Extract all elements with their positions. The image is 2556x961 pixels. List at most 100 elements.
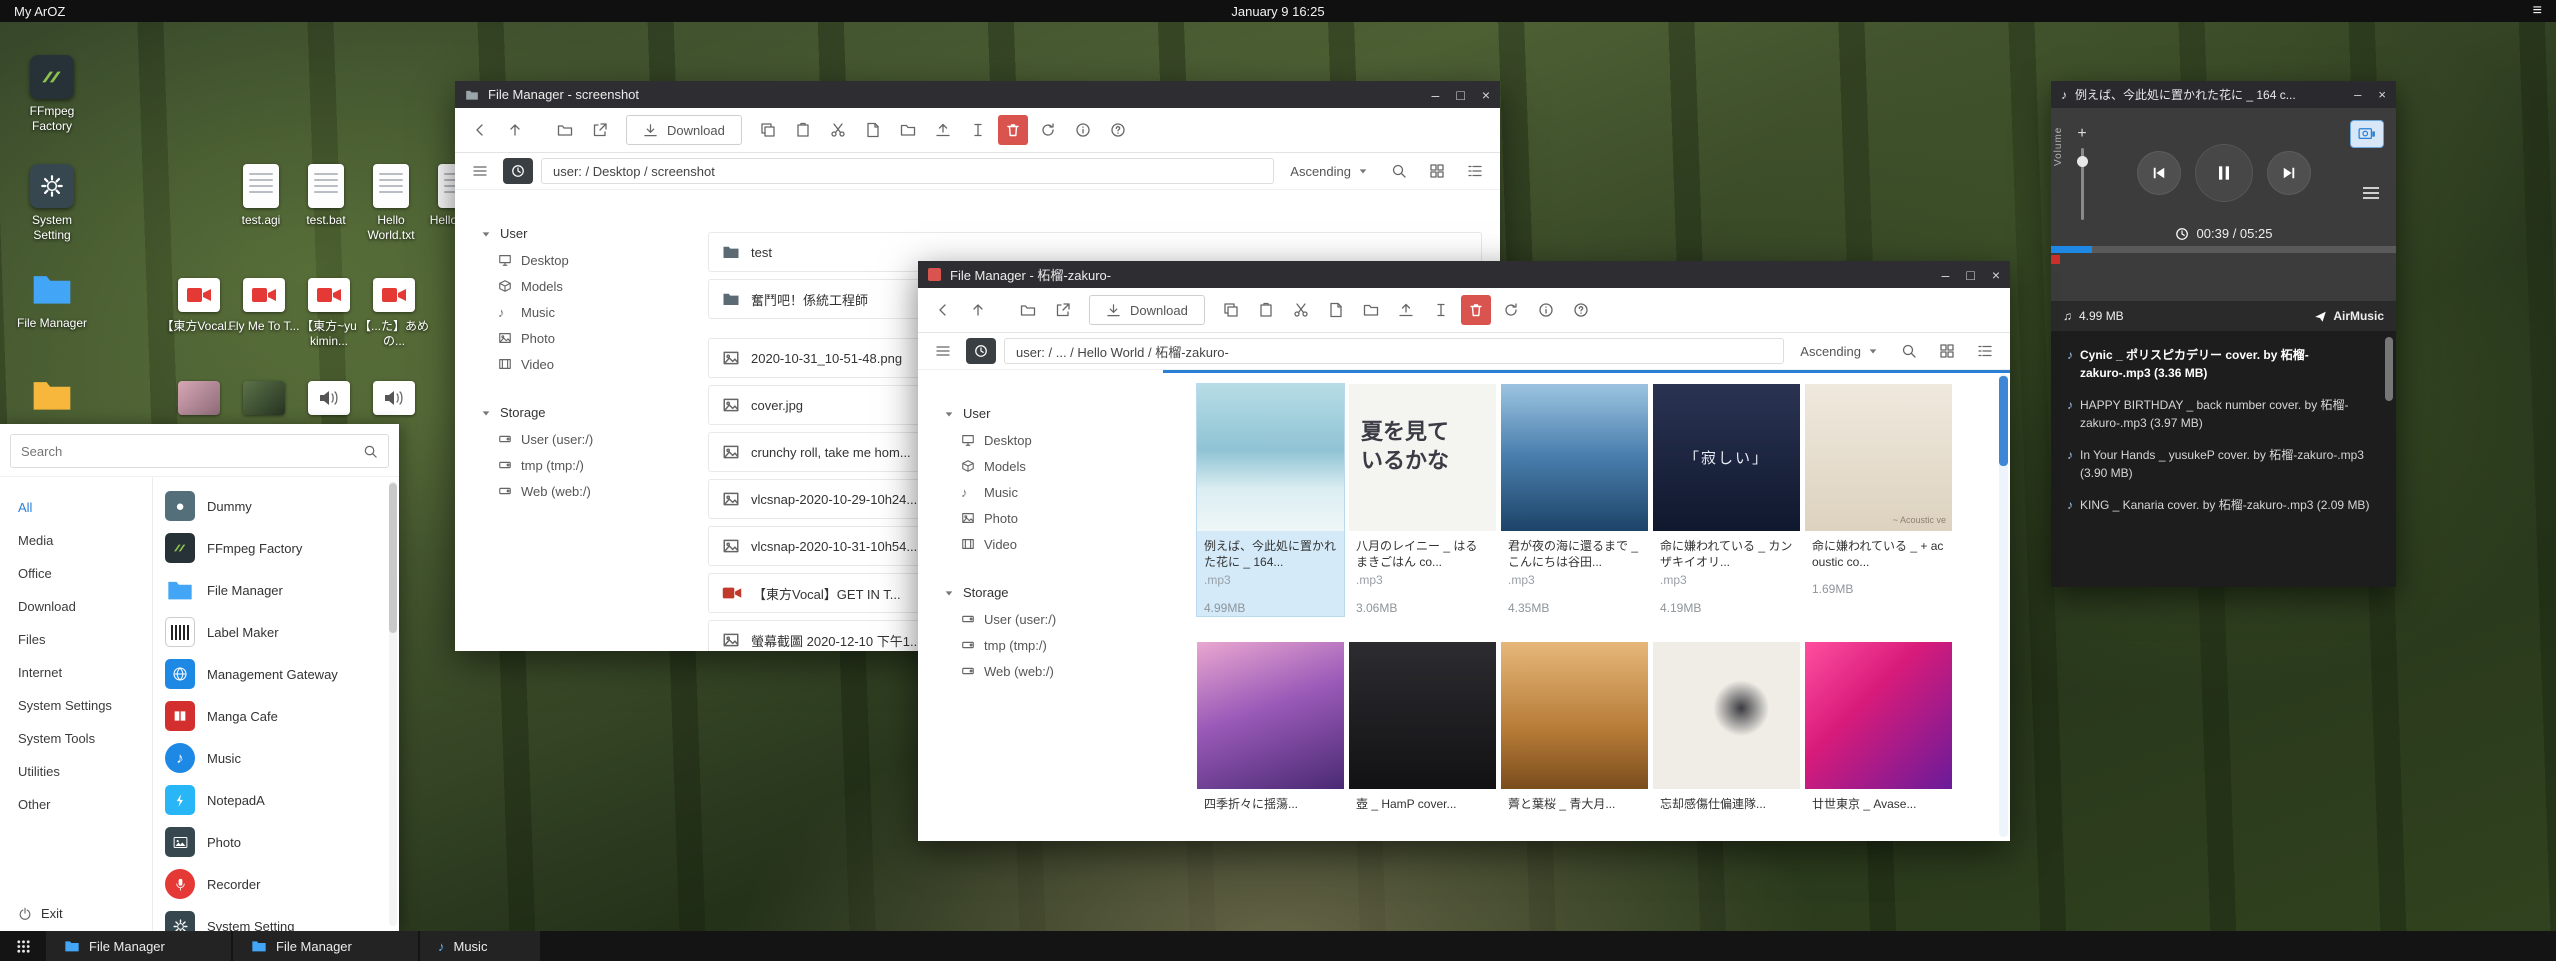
- sidebar-item-video[interactable]: Video: [481, 351, 700, 377]
- trash-button[interactable]: [1461, 295, 1491, 325]
- service-label[interactable]: AirMusic: [2333, 309, 2384, 323]
- open-folder-button[interactable]: [550, 115, 580, 145]
- open-external-button[interactable]: [585, 115, 615, 145]
- file-tile[interactable]: 壺 _ HamP cover...: [1349, 642, 1496, 813]
- app-item-photo[interactable]: Photo: [165, 821, 381, 863]
- search-input[interactable]: [21, 444, 363, 459]
- copy-button[interactable]: [753, 115, 783, 145]
- app-item-manga-cafe[interactable]: Manga Cafe: [165, 695, 381, 737]
- paste-button[interactable]: [1251, 295, 1281, 325]
- up-button[interactable]: [500, 115, 530, 145]
- refresh-button[interactable]: [1496, 295, 1526, 325]
- sidebar-section-user[interactable]: User: [481, 220, 700, 247]
- category-internet[interactable]: Internet: [18, 656, 152, 689]
- search-box[interactable]: [10, 434, 389, 468]
- back-button[interactable]: [928, 295, 958, 325]
- volume-handle[interactable]: [2077, 156, 2088, 167]
- sidebar-item-tmp-drive[interactable]: tmp (tmp:/): [481, 452, 700, 478]
- rename-button[interactable]: [1426, 295, 1456, 325]
- file-tile[interactable]: 「寂しい」 命に嫌われている _ カンザキイオリ... .mp3 4.19MB: [1653, 384, 1800, 616]
- file-tile[interactable]: 四季折々に揺蕩...: [1197, 642, 1344, 813]
- previous-track-button[interactable]: [2137, 151, 2181, 195]
- sidebar-toggle-button[interactable]: [928, 336, 958, 366]
- cut-button[interactable]: [823, 115, 853, 145]
- scrollbar-thumb[interactable]: [1999, 376, 2008, 466]
- sidebar-item-music[interactable]: ♪ Music: [481, 299, 700, 325]
- desktop-icon-ffmpeg-factory[interactable]: FFmpeg Factory: [14, 54, 90, 134]
- file-tile[interactable]: 薺と葉桜 _ 青大月...: [1501, 642, 1648, 813]
- taskbar-item-file-manager-1[interactable]: File Manager: [46, 931, 231, 961]
- sidebar-item-music[interactable]: ♪ Music: [944, 479, 1163, 505]
- grid-view-button[interactable]: [1932, 336, 1962, 366]
- desktop-icon-system-setting[interactable]: System Setting: [14, 163, 90, 243]
- playlist-item[interactable]: ♪ KING _ Kanaria cover. by 柘榴-zakuro-.mp…: [2061, 489, 2380, 521]
- path-input[interactable]: user: / Desktop / screenshot: [541, 158, 1274, 184]
- upload-button[interactable]: [1391, 295, 1421, 325]
- sidebar-item-video[interactable]: Video: [944, 531, 1163, 557]
- file-tile-selected[interactable]: 例えば、今此処に置かれた花に _ 164... .mp3 4.99MB: [1197, 384, 1344, 616]
- new-file-button[interactable]: [1321, 295, 1351, 325]
- category-download[interactable]: Download: [18, 590, 152, 623]
- sidebar-item-models[interactable]: Models: [944, 453, 1163, 479]
- recent-files-button[interactable]: [966, 338, 996, 364]
- open-folder-button[interactable]: [1013, 295, 1043, 325]
- playlist-item[interactable]: ♪ In Your Hands _ yusukeP cover. by 柘榴-z…: [2061, 439, 2380, 489]
- app-item-file-manager[interactable]: File Manager: [165, 569, 381, 611]
- sidebar-item-photo[interactable]: Photo: [481, 325, 700, 351]
- app-item-music[interactable]: ♪ Music: [165, 737, 381, 779]
- category-all[interactable]: All: [18, 491, 152, 524]
- app-item-dummy[interactable]: ● Dummy: [165, 485, 381, 527]
- scrollbar-thumb[interactable]: [389, 483, 397, 633]
- seek-bar[interactable]: [2051, 246, 2396, 253]
- playlist-item[interactable]: ♪ Cynic _ ポリスピカデリー cover. by 柘榴-zakuro-.…: [2061, 339, 2380, 389]
- sidebar-item-models[interactable]: Models: [481, 273, 700, 299]
- scrollbar-thumb[interactable]: [2385, 337, 2393, 401]
- sidebar-toggle-button[interactable]: [465, 156, 495, 186]
- sidebar-section-storage[interactable]: Storage: [944, 579, 1163, 606]
- next-track-button[interactable]: [2267, 151, 2311, 195]
- category-system-settings[interactable]: System Settings: [18, 689, 152, 722]
- taskbar-item-file-manager-2[interactable]: File Manager: [233, 931, 418, 961]
- pause-button[interactable]: [2195, 144, 2253, 202]
- sidebar-item-web-drive[interactable]: Web (web:/): [481, 478, 700, 504]
- category-utilities[interactable]: Utilities: [18, 755, 152, 788]
- app-launcher-button[interactable]: [0, 931, 46, 961]
- upload-button[interactable]: [928, 115, 958, 145]
- cast-button[interactable]: [2350, 120, 2384, 148]
- app-item-management-gateway[interactable]: Management Gateway: [165, 653, 381, 695]
- category-media[interactable]: Media: [18, 524, 152, 557]
- sidebar-item-desktop[interactable]: Desktop: [481, 247, 700, 273]
- desktop-audio-file[interactable]: [356, 372, 432, 422]
- copy-button[interactable]: [1216, 295, 1246, 325]
- sidebar-item-photo[interactable]: Photo: [944, 505, 1163, 531]
- player-menu-button[interactable]: [2362, 186, 2380, 200]
- file-tile[interactable]: 廿世東京 _ Avase...: [1805, 642, 1952, 813]
- close-button[interactable]: ×: [1992, 267, 2000, 283]
- maximize-button[interactable]: □: [1966, 267, 1974, 283]
- window-titlebar[interactable]: File Manager - screenshot – □ ×: [455, 81, 1500, 108]
- info-button[interactable]: [1068, 115, 1098, 145]
- volume-slider[interactable]: +: [2069, 126, 2095, 220]
- file-tile[interactable]: 君が夜の海に還るまで _ こんにちは谷田... .mp3 4.35MB: [1501, 384, 1648, 616]
- maximize-button[interactable]: □: [1456, 87, 1464, 103]
- player-titlebar[interactable]: ♪ 例えば、今此処に置かれた花に _ 164 c... – ×: [2051, 81, 2396, 108]
- sidebar-item-user-drive[interactable]: User (user:/): [944, 606, 1163, 632]
- volume-up-icon[interactable]: +: [2077, 126, 2086, 142]
- path-input[interactable]: user: / ... / Hello World / 柘榴-zakuro-: [1004, 338, 1784, 364]
- recent-files-button[interactable]: [503, 158, 533, 184]
- list-view-button[interactable]: [1970, 336, 2000, 366]
- new-folder-button[interactable]: [893, 115, 923, 145]
- download-button[interactable]: Download: [626, 115, 742, 145]
- search-button[interactable]: [1384, 156, 1414, 186]
- open-external-button[interactable]: [1048, 295, 1078, 325]
- list-view-button[interactable]: [1460, 156, 1490, 186]
- file-tile[interactable]: 忘却感傷仕偏連隊...: [1653, 642, 1800, 813]
- back-button[interactable]: [465, 115, 495, 145]
- sort-select[interactable]: Ascending: [1282, 164, 1376, 179]
- sidebar-section-storage[interactable]: Storage: [481, 399, 700, 426]
- info-button[interactable]: [1531, 295, 1561, 325]
- file-tile[interactable]: ~ Acoustic ve 命に嫌われている _ + acoustic co..…: [1805, 384, 1952, 616]
- new-folder-button[interactable]: [1356, 295, 1386, 325]
- app-item-notepada[interactable]: NotepadA: [165, 779, 381, 821]
- minimize-button[interactable]: –: [2354, 87, 2361, 102]
